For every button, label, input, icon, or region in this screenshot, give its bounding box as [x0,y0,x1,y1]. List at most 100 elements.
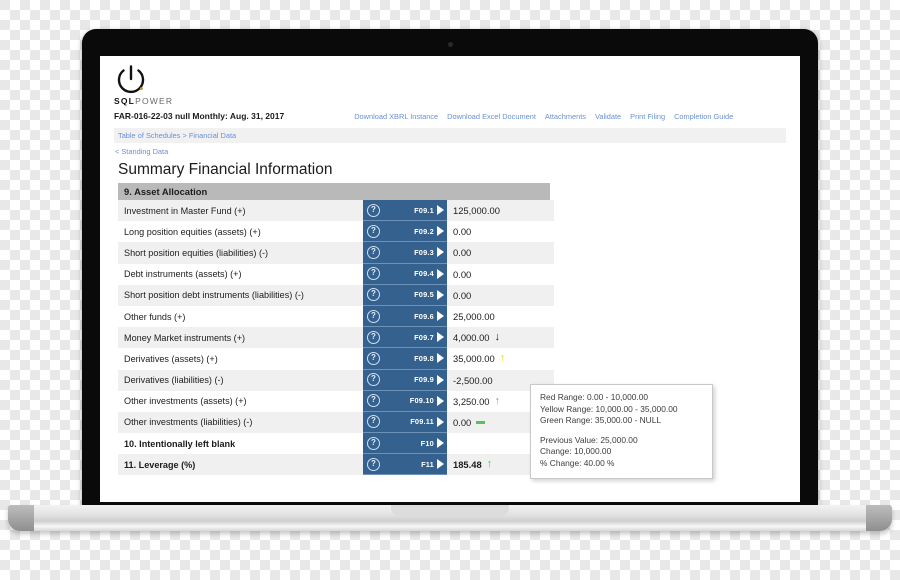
table-row[interactable]: Derivatives (liabilities) (-) ? F09.9 -2,50… [118,369,554,391]
value-text: -2,500.00 [453,374,493,386]
help-icon[interactable]: ? [367,457,380,471]
trend-flat-green-icon [476,420,486,425]
value-text: 185.48 [453,459,482,471]
value-cell[interactable]: 35,000.00 ↑ [447,352,554,365]
value-cell[interactable]: 0.00 [447,226,554,237]
row-label: Short position equities (liabilities) (-… [124,247,269,258]
field-id-cell[interactable]: ? F10 [363,433,447,455]
help-icon[interactable]: ? [367,436,380,450]
trend-up-yellow-icon: ↑ [499,352,506,365]
laptop-base-right-edge [866,505,892,531]
row-label: Long position equities (assets) (+) [124,226,261,237]
table-row[interactable]: Short position debt instruments (liabili… [118,284,554,306]
help-icon[interactable]: ? [367,224,380,238]
play-triangle-icon[interactable] [437,311,444,322]
play-triangle-icon[interactable] [437,289,444,300]
help-icon[interactable]: ? [367,203,380,217]
download-excel-document-link[interactable]: Download Excel Document [447,112,536,121]
field-id-cell[interactable]: ? F09.2 [363,221,447,243]
table-row[interactable]: Other investments (liabilities) (-)? F09.… [118,411,554,434]
help-icon[interactable]: ? [367,267,380,281]
table-row[interactable]: Other investments (assets) (+)? F09.10 3,2… [118,390,554,412]
play-triangle-icon[interactable] [437,268,444,279]
page-title: Summary Financial Information [118,161,333,178]
help-icon[interactable]: ? [367,245,380,259]
trend-down-black-icon: ↓ [494,331,501,344]
play-triangle-icon[interactable] [437,459,444,470]
value-text: 0.00 [453,247,472,259]
field-id-cell[interactable]: ? F09.10 [363,390,447,412]
table-row[interactable]: Short position equities (liabilities) (-… [118,242,554,264]
field-id-cell[interactable]: ? F09.3 [363,242,447,264]
tooltip-percent-change: % Change: 40.00 % [540,457,615,468]
attachments-link[interactable]: Attachments [545,112,586,121]
back-to-standing-data-link[interactable]: < Standing Data [114,147,786,156]
download-xbrl-instance-link[interactable]: Download XBRL Instance [354,112,438,121]
trend-up-green-icon: ↑ [486,458,493,471]
field-id-cell[interactable]: ? F09.7 [363,327,447,349]
value-cell[interactable]: 0.00 [447,247,554,258]
brand-logo[interactable]: SQLPOWER [114,62,786,106]
field-id-label: F09.6 [414,311,434,321]
laptop-screen: SQLPOWER FAR-016-22-03 null Monthly: Aug… [100,56,800,502]
help-icon[interactable]: ? [367,330,380,344]
value-cell[interactable]: 0.00 [447,290,554,301]
table-row[interactable]: Debt instruments (assets) (+)? F09.4 0.00 [118,263,554,285]
table-row[interactable]: 11. Leverage (%) ? F11 185.48 ↑ [118,454,554,476]
value-cell[interactable]: 125,000.00 [447,205,554,216]
play-triangle-icon[interactable] [437,374,444,385]
value-text: 125,000.00 [453,205,500,217]
field-id-cell[interactable]: ? F09.6 [363,305,447,328]
play-triangle-icon[interactable] [437,438,444,449]
play-triangle-icon[interactable] [437,395,444,406]
tooltip-spacer [540,427,703,435]
trend-up-green-icon: ↑ [494,394,501,407]
help-icon[interactable]: ? [367,415,380,429]
help-icon[interactable]: ? [367,351,380,365]
play-triangle-icon[interactable] [437,205,444,216]
value-cell[interactable]: 0.00 [447,269,554,280]
row-label: Investment in Master Fund (+) [124,205,246,216]
value-text: 0.00 [453,226,472,238]
completion-guide-link[interactable]: Completion Guide [674,112,733,121]
play-triangle-icon[interactable] [437,332,444,343]
field-id-label: F09.10 [409,396,434,406]
field-id-cell[interactable]: ? F09.8 [363,348,447,370]
row-label: Other funds (+) [124,311,186,322]
field-id-label: F09.2 [414,226,434,236]
play-triangle-icon[interactable] [437,247,444,258]
filing-identifier: FAR-016-22-03 null Monthly: Aug. 31, 201… [114,111,285,121]
table-row[interactable]: Other funds (+)? F09.6 25,000.00 [118,305,554,328]
field-id-cell[interactable]: ? F09.4 [363,263,447,285]
laptop-base [8,505,892,531]
field-id-cell[interactable]: ? F09.9 [363,369,447,391]
validate-link[interactable]: Validate [595,112,621,121]
help-icon[interactable]: ? [367,373,380,387]
screenshot-stage: SQLPOWER FAR-016-22-03 null Monthly: Aug… [0,0,900,580]
field-id-cell[interactable]: ? F09.5 [363,284,447,306]
toolbar: Download XBRL Instance Download Excel Do… [354,112,733,121]
table-row[interactable]: Derivatives (assets) (+)? F09.8 35,000.00 ↑ [118,348,554,370]
value-cell[interactable]: 4,000.00 ↓ [447,331,554,344]
row-label: Derivatives (liabilities) (-) [124,375,224,386]
help-icon[interactable]: ? [367,309,380,323]
play-triangle-icon[interactable] [437,226,444,237]
help-icon[interactable]: ? [367,394,380,408]
field-id-cell[interactable]: ? F09.11 [363,411,447,434]
breadcrumb[interactable]: Table of Schedules > Financial Data [114,128,786,143]
table-row[interactable]: Money Market instruments (+)? F09.7 4,000.… [118,327,554,349]
help-icon[interactable]: ? [367,288,380,302]
row-label: 11. Leverage (%) [124,459,196,470]
table-row[interactable]: 10. Intentionally left blank? F10 [118,433,554,455]
play-triangle-icon[interactable] [437,416,444,427]
print-filing-link[interactable]: Print Filing [630,112,665,121]
tooltip-change: Change: 10,000.00 [540,446,612,457]
play-triangle-icon[interactable] [437,353,444,364]
value-range-tooltip: Red Range: 0.00 - 10,000.00 Yellow Range… [530,384,713,479]
table-row[interactable]: Investment in Master Fund (+) ? F09.1 125,0… [118,200,554,222]
table-row[interactable]: Long position equities (assets) (+)? F09.… [118,221,554,243]
field-id-cell[interactable]: ? F09.1 [363,200,447,222]
field-id-label: F09.8 [414,353,434,363]
field-id-cell[interactable]: ? F11 [363,454,447,476]
value-cell[interactable]: 25,000.00 [447,311,554,322]
